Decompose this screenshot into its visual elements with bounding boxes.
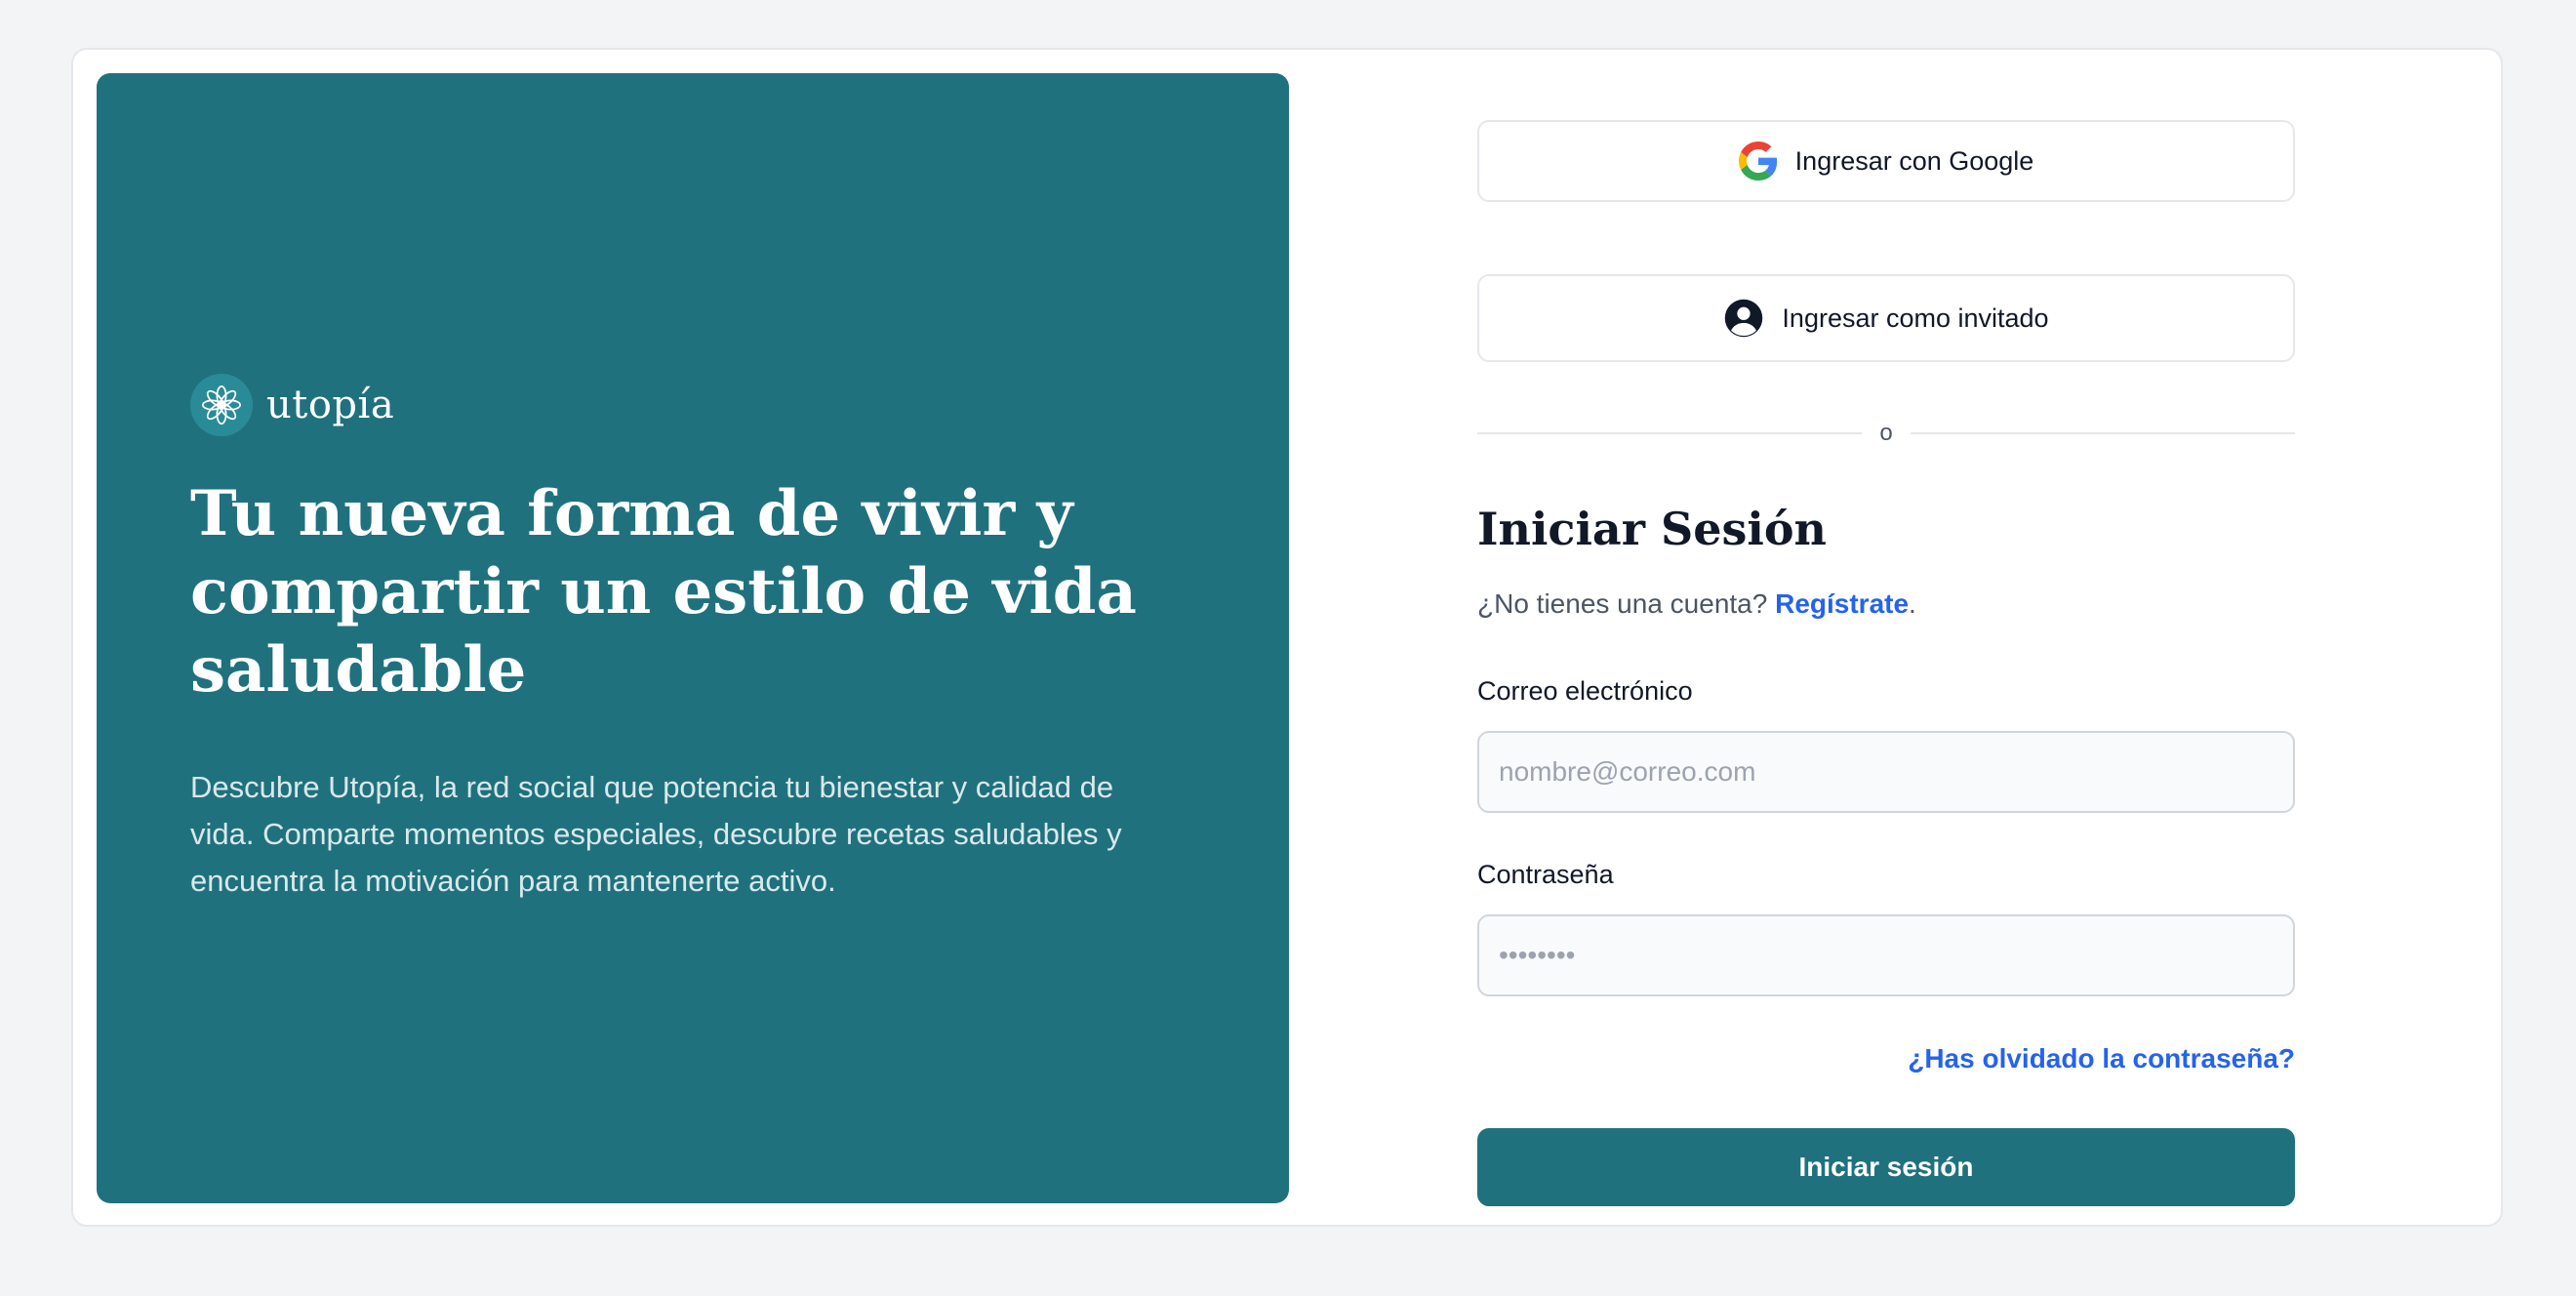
brand-name: utopía [266,383,395,427]
hero-panel: utopía Tu nueva forma de vivir y compart… [97,73,1289,1203]
hero-title: Tu nueva forma de vivir y compartir un e… [190,477,1137,707]
login-card: utopía Tu nueva forma de vivir y compart… [71,48,2503,1227]
login-submit-button[interactable]: Iniciar sesión [1477,1128,2295,1206]
forgot-password-link[interactable]: ¿Has olvidado la contraseña? [1908,1043,2295,1074]
brand: utopía [190,374,394,436]
google-login-label: Ingresar con Google [1794,145,2034,176]
or-divider: o [1477,419,2296,448]
hero-description: Descubre Utopía, la red social que poten… [190,770,1122,898]
password-label: Contraseña [1477,860,1614,889]
signup-prompt-text: ¿No tienes una cuenta? [1477,588,1768,619]
email-field[interactable] [1477,731,2295,813]
password-field[interactable] [1477,914,2295,996]
signup-link[interactable]: Regístrate [1775,588,1909,619]
signup-prompt: ¿No tienes una cuenta? Regístrate. [1477,588,1916,620]
guest-login-label: Ingresar como invitado [1782,303,2049,333]
lotus-flower-icon [190,374,253,436]
google-icon [1738,142,1778,181]
signup-suffix: . [1909,588,1916,619]
email-label: Correo electrónico [1477,676,1693,706]
google-login-button[interactable]: Ingresar con Google [1477,120,2295,202]
guest-login-button[interactable]: Ingresar como invitado [1477,274,2295,362]
user-circle-icon [1723,298,1764,339]
form-title: Iniciar Sesión [1477,503,1827,555]
or-divider-text: o [1879,420,1893,446]
